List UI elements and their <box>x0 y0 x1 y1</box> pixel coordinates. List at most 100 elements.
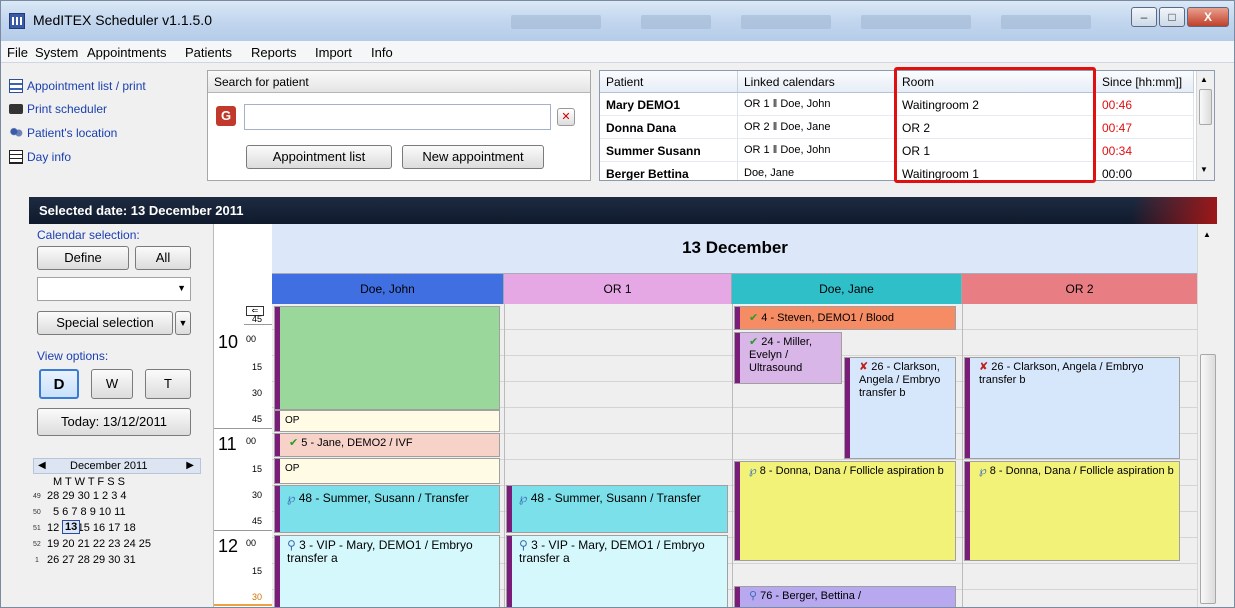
menu-import[interactable]: Import <box>315 45 352 60</box>
today-button[interactable]: Today: 13/12/2011 <box>37 408 191 436</box>
scroll-thumb[interactable] <box>1199 89 1212 125</box>
table-cell-calendars[interactable]: Doe, Jane <box>738 162 896 180</box>
appointment-label: 24 - Miller, Evelyn / Ultrasound <box>749 336 813 374</box>
week-number: 51 <box>33 525 41 532</box>
table-cell-since[interactable]: 00:34 <box>1096 139 1194 162</box>
new-appointment-button[interactable]: New appointment <box>402 145 544 169</box>
week-days[interactable]: 12 14 15 16 17 18 <box>47 522 136 534</box>
next-month-icon[interactable]: ▶ <box>186 460 194 471</box>
menu-system[interactable]: System <box>35 45 78 60</box>
week-days[interactable]: 26 27 28 29 30 31 <box>47 554 136 566</box>
prev-month-icon[interactable]: ◀ <box>38 460 46 471</box>
scroll-down-icon[interactable]: ▼ <box>1200 165 1208 174</box>
appointment-berger[interactable]: ⚲ 76 - Berger, Bettina / <box>734 586 956 607</box>
minute-label: 45 <box>252 314 263 324</box>
appointment-vip-john[interactable]: ⚲ 3 - VIP - Mary, DEMO1 / Embryo transfe… <box>274 535 500 607</box>
app-calendar-icon <box>9 13 25 29</box>
week-view-button[interactable]: W <box>91 369 133 399</box>
column-header-patient[interactable]: Patient <box>600 71 738 93</box>
table-cell-calendars[interactable]: OR 1 ‖ Doe, John <box>738 93 896 116</box>
scroll-up-icon[interactable]: ▲ <box>1203 230 1211 239</box>
column-or-1[interactable]: OR 1 <box>504 274 732 304</box>
table-cell-patient[interactable]: Berger Bettina <box>600 162 738 180</box>
appointment-miller[interactable]: ✔ 24 - Miller, Evelyn / Ultrasound <box>734 332 842 384</box>
minimize-button[interactable]: – <box>1131 7 1157 27</box>
appointment-steven[interactable]: ✔ 4 - Steven, DEMO1 / Blood <box>734 306 956 330</box>
menu-bar: File System Appointments Patients Report… <box>1 41 1234 63</box>
table-cell-since[interactable]: 00:47 <box>1096 116 1194 139</box>
special-selection-button[interactable]: Special selection <box>37 311 173 335</box>
clear-search-icon[interactable]: ✕ <box>557 108 575 126</box>
appointment-clarkson-or2[interactable]: ✘ 26 - Clarkson, Angela / Embryo transfe… <box>964 357 1180 459</box>
appointment-vip-or1[interactable]: ⚲ 3 - VIP - Mary, DEMO1 / Embryo transfe… <box>506 535 728 607</box>
special-selection-dropdown[interactable]: ▼ <box>175 311 191 335</box>
table-cell-since[interactable]: 00:46 <box>1096 93 1194 116</box>
day-view-button[interactable]: D <box>39 369 79 399</box>
all-button[interactable]: All <box>135 246 191 270</box>
column-or-2[interactable]: OR 2 <box>962 274 1197 304</box>
view-options-label: View options: <box>37 349 109 363</box>
blurred-area <box>861 15 971 29</box>
table-scrollbar[interactable]: ▲ ▼ <box>1196 71 1214 180</box>
menu-file[interactable]: File <box>7 45 28 60</box>
column-doe-john[interactable]: Doe, John <box>272 274 504 304</box>
hour-line <box>214 428 272 429</box>
table-cell-patient[interactable]: Donna Dana <box>600 116 738 139</box>
column-header-since[interactable]: Since [hh:mm]] <box>1096 71 1194 93</box>
appointment-summer-john[interactable]: ℘ 48 - Summer, Susann / Transfer <box>274 485 500 533</box>
menu-reports[interactable]: Reports <box>251 45 297 60</box>
appointment-op[interactable]: OP <box>274 458 500 484</box>
table-cell-patient[interactable]: Mary DEMO1 <box>600 93 738 116</box>
column-header-linked-calendars[interactable]: Linked calendars <box>738 71 896 93</box>
print-scheduler-link[interactable]: Print scheduler <box>27 102 107 116</box>
appointment-status-bar <box>275 459 280 483</box>
appointment-donna-jane[interactable]: ℘ 8 - Donna, Dana / Follicle aspiration … <box>734 461 956 561</box>
table-cell-since[interactable]: 00:00 <box>1096 162 1194 180</box>
appointment-status-bar <box>845 358 850 458</box>
day-scheduler: 13 December Doe, John OR 1 Doe, Jane OR … <box>213 224 1197 607</box>
appointment-donna-or2[interactable]: ℘ 8 - Donna, Dana / Follicle aspiration … <box>964 461 1180 561</box>
patients-location-link[interactable]: Patient's location <box>27 126 117 140</box>
scheduler-scrollbar[interactable]: ▲ <box>1197 224 1217 607</box>
appointment-status-bar <box>275 434 280 456</box>
scroll-up-icon[interactable]: ▲ <box>1200 75 1208 84</box>
menu-appointments[interactable]: Appointments <box>87 45 167 60</box>
minute-label: 45 <box>252 414 263 424</box>
week-days[interactable]: 28 29 30 1 2 3 4 <box>47 490 127 502</box>
chevron-down-icon: ▼ <box>177 283 186 293</box>
week-number: 1 <box>35 557 39 564</box>
blurred-area <box>741 15 831 29</box>
column-divider <box>732 304 733 607</box>
maximize-button[interactable]: □ <box>1159 7 1185 27</box>
scroll-thumb[interactable] <box>1200 354 1216 604</box>
define-button[interactable]: Define <box>37 246 129 270</box>
appointment-list-button[interactable]: Appointment list <box>246 145 392 169</box>
table-cell-patient[interactable]: Summer Susann <box>600 139 738 162</box>
appointment-list-print-link[interactable]: Appointment list / print <box>27 79 146 93</box>
stethoscope-icon: ℘ <box>749 465 757 477</box>
menu-info[interactable]: Info <box>371 45 393 60</box>
appointment-jane-demo2[interactable]: ✔ 5 - Jane, DEMO2 / IVF <box>274 433 500 457</box>
table-cell-calendars[interactable]: OR 1 ‖ Doe, John <box>738 139 896 162</box>
hour-label-10: 10 <box>218 332 239 352</box>
appointment-summer-or1[interactable]: ℘ 48 - Summer, Susann / Transfer <box>506 485 728 533</box>
appointment-clarkson-jane[interactable]: ✘ 26 - Clarkson, Angela / Embryo transfe… <box>844 357 956 459</box>
week-days[interactable]: 5 6 7 8 9 10 11 <box>53 506 126 518</box>
cancelled-x-icon: ✘ <box>859 361 869 373</box>
appointment-block[interactable] <box>274 306 500 410</box>
appointment-op[interactable]: OP <box>274 410 500 432</box>
selected-date-bar: Selected date: 13 December 2011 <box>29 197 1217 224</box>
column-doe-jane[interactable]: Doe, Jane <box>732 274 962 304</box>
t-view-button[interactable]: T <box>145 369 191 399</box>
search-go-icon[interactable]: G <box>216 106 236 126</box>
table-cell-calendars[interactable]: OR 2 ‖ Doe, Jane <box>738 116 896 139</box>
day-info-link[interactable]: Day info <box>27 150 71 164</box>
calendar-selection-label: Calendar selection: <box>37 228 140 242</box>
week-days[interactable]: 19 20 21 22 23 24 25 <box>47 538 151 550</box>
appointment-status-bar <box>735 307 740 329</box>
today-date-cell[interactable]: 13 <box>62 520 81 534</box>
calendar-select[interactable]: ▼ <box>37 277 191 301</box>
close-button[interactable]: X <box>1187 7 1229 27</box>
patient-search-input[interactable] <box>244 104 551 130</box>
menu-patients[interactable]: Patients <box>185 45 232 60</box>
